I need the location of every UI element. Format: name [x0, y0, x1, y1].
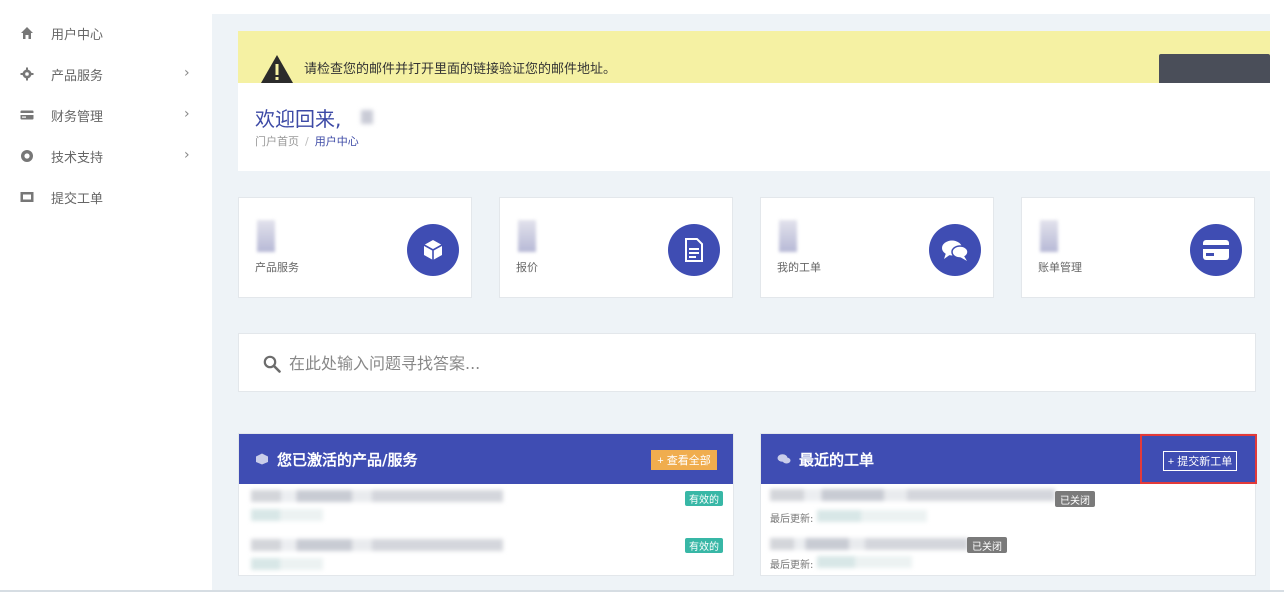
stat-count-redacted	[779, 220, 797, 252]
ticket-subject-redacted	[770, 538, 968, 550]
stat-count-redacted	[1040, 220, 1058, 252]
chevron-right-icon: ›	[184, 147, 190, 163]
sidebar-item-finance[interactable]: 财务管理 ›	[0, 97, 212, 133]
last-updated-redacted	[817, 510, 927, 522]
sidebar: 用户中心 产品服务 › 财务管理 › 技术支持 › 提交工单	[0, 0, 212, 590]
product-domain-redacted	[251, 509, 323, 521]
panel-header: 您已激活的产品/服务 + 查看全部	[239, 434, 733, 484]
stat-count-redacted	[518, 220, 536, 252]
breadcrumb: 门户首页 / 用户中心	[255, 133, 359, 149]
stat-icon-circle	[407, 224, 459, 276]
warning-icon	[261, 55, 293, 83]
search-input[interactable]	[289, 350, 1189, 376]
sidebar-item-label: 提交工单	[51, 192, 104, 207]
cube-icon	[423, 240, 443, 260]
credit-card-icon	[20, 110, 34, 120]
panel-title: 最近的工单	[799, 451, 875, 469]
product-name-redacted	[251, 490, 503, 502]
status-badge: 已关闭	[967, 537, 1007, 553]
status-badge: 已关闭	[1055, 491, 1095, 507]
stat-card-tickets[interactable]: 我的工单	[760, 197, 994, 298]
product-domain-redacted	[251, 558, 323, 570]
lifebuoy-icon	[21, 150, 33, 162]
comments-icon	[942, 240, 969, 261]
product-name-redacted	[251, 539, 503, 551]
page-title: 欢迎回来,	[255, 107, 342, 131]
document-icon	[685, 238, 703, 262]
credit-card-icon	[1203, 240, 1229, 260]
highlight-box	[1140, 434, 1257, 484]
stat-card-quotes[interactable]: 报价	[499, 197, 733, 298]
gear-icon	[20, 67, 34, 81]
status-badge: 有效的	[685, 538, 723, 553]
stat-icon-circle	[929, 224, 981, 276]
ticket-subject-redacted	[770, 489, 1055, 501]
bottom-divider	[0, 590, 1284, 592]
chevron-right-icon: ›	[184, 106, 190, 122]
stat-label: 账单管理	[1038, 261, 1082, 274]
chevron-right-icon: ›	[184, 65, 190, 81]
last-updated-label: 最后更新:	[770, 514, 814, 525]
alert-message: 请检查您的邮件并打开里面的链接验证您的邮件地址。	[304, 62, 617, 77]
main-content: 请检查您的邮件并打开里面的链接验证您的邮件地址。 欢迎回来, 门户首页 / 用户中心…	[212, 14, 1270, 590]
sidebar-item-submit-ticket[interactable]: 提交工单	[0, 179, 212, 215]
stat-label: 报价	[516, 261, 538, 274]
username-redacted	[361, 110, 373, 124]
breadcrumb-current: 用户中心	[314, 135, 359, 148]
sidebar-item-products[interactable]: 产品服务 ›	[0, 56, 212, 92]
breadcrumb-home-link[interactable]: 门户首页	[255, 135, 299, 148]
ticket-icon	[20, 192, 34, 202]
cube-icon	[256, 453, 268, 465]
last-updated-label: 最后更新:	[770, 560, 814, 571]
stat-label: 我的工单	[777, 261, 821, 274]
sidebar-item-label: 产品服务	[51, 69, 104, 84]
view-all-button[interactable]: + 查看全部	[651, 450, 717, 470]
comments-icon	[777, 454, 791, 464]
welcome-header: 欢迎回来, 门户首页 / 用户中心	[238, 83, 1270, 171]
sidebar-item-label: 财务管理	[51, 110, 104, 125]
kb-search-box	[238, 333, 1256, 392]
stat-icon-circle	[668, 224, 720, 276]
active-products-panel: 您已激活的产品/服务 + 查看全部 有效的 有效的	[238, 433, 734, 576]
sidebar-item-support[interactable]: 技术支持 ›	[0, 138, 212, 174]
stat-card-products[interactable]: 产品服务	[238, 197, 472, 298]
sidebar-item-label: 技术支持	[51, 151, 104, 166]
stat-label: 产品服务	[255, 261, 299, 274]
stat-icon-circle	[1190, 224, 1242, 276]
home-icon	[21, 27, 33, 39]
status-badge: 有效的	[685, 491, 723, 506]
stat-card-billing[interactable]: 账单管理	[1021, 197, 1255, 298]
sidebar-item-user-center[interactable]: 用户中心	[0, 15, 212, 51]
last-updated-redacted	[817, 556, 912, 568]
stat-count-redacted	[257, 220, 275, 252]
breadcrumb-separator: /	[305, 135, 309, 148]
search-icon	[263, 355, 281, 373]
sidebar-item-label: 用户中心	[51, 28, 104, 43]
panel-title: 您已激活的产品/服务	[277, 451, 418, 469]
